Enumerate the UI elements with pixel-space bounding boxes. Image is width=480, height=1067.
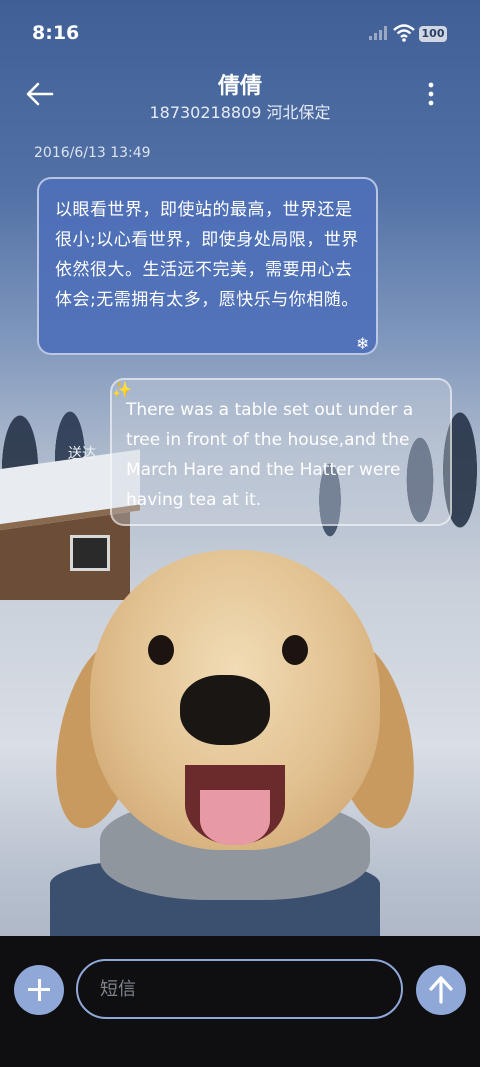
sparkle-icon: ✨ — [112, 380, 132, 399]
message-text: There was a table set out under a tree i… — [126, 400, 414, 510]
plus-icon[interactable] — [14, 965, 64, 1015]
message-input[interactable] — [76, 959, 403, 1019]
wifi-icon — [393, 24, 415, 42]
message-bubble-received[interactable]: 以眼看世界，即使站的最高，世界还是很小;以心看世界，即使身处局限，世界依然很大。… — [37, 177, 378, 355]
battery-icon: 100 — [419, 26, 447, 42]
contact-detail: 18730218809 河北保定 — [149, 103, 331, 122]
contact-name: 倩倩 — [217, 74, 262, 99]
status-bar: 8:16 100 — [0, 0, 480, 68]
more-vertical-icon[interactable] — [420, 80, 442, 110]
wallpaper-puppy — [41, 540, 429, 940]
message-bubble-sent[interactable]: There was a table set out under a tree i… — [110, 378, 452, 526]
message-text: 以眼看世界，即使站的最高，世界还是很小;以心看世界，即使身处局限，世界依然很大。… — [55, 200, 359, 310]
message-timestamp: 2016/6/13 13:49 — [34, 145, 151, 161]
send-arrow-icon[interactable] — [416, 965, 466, 1015]
status-time: 8:16 — [32, 22, 80, 44]
snowflake-icon: ❄ — [356, 334, 370, 353]
signal-icon — [369, 26, 387, 40]
delivery-status: 送达 — [68, 446, 96, 462]
